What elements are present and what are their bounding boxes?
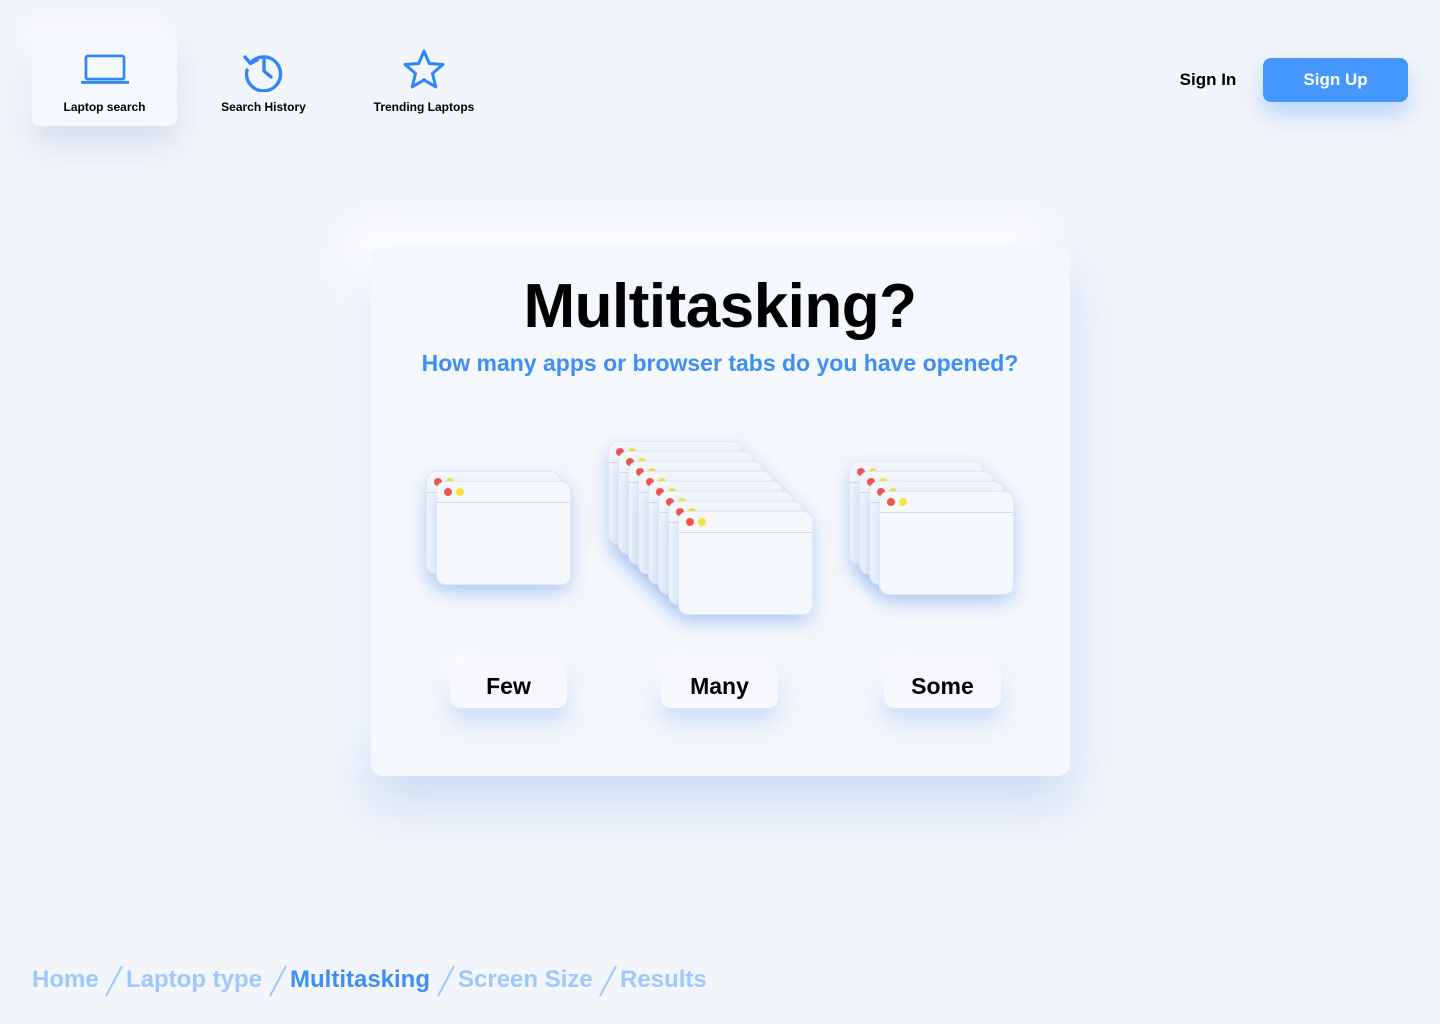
browser-window xyxy=(436,481,571,585)
question-subtitle: How many apps or browser tabs do you hav… xyxy=(421,350,1019,376)
breadcrumb-separator xyxy=(437,965,455,997)
page-title: Multitasking? xyxy=(523,272,917,341)
nav-item-search-history[interactable]: Search History xyxy=(200,33,327,126)
breadcrumb-home[interactable]: Home xyxy=(32,962,99,998)
breadcrumb-laptop-type[interactable]: Laptop type xyxy=(126,962,262,998)
breadcrumb-separator xyxy=(105,965,123,997)
laptop-icon xyxy=(80,46,129,94)
page: Laptop search Search History Trending La… xyxy=(0,0,1440,1024)
window-title-bar xyxy=(437,502,570,503)
window-minimize-dot xyxy=(698,518,706,526)
breadcrumb-multitasking[interactable]: Multitasking xyxy=(290,962,430,998)
star-icon xyxy=(400,46,448,94)
nav-item-trending-laptops[interactable]: Trending Laptops xyxy=(360,33,488,126)
browser-window xyxy=(879,491,1014,595)
window-close-dot xyxy=(887,498,895,506)
sign-up-button[interactable]: Sign Up xyxy=(1263,58,1408,102)
window-title-bar xyxy=(880,512,1013,513)
breadcrumb-separator xyxy=(599,965,617,997)
window-close-dot xyxy=(444,488,452,496)
window-minimize-dot xyxy=(456,488,464,496)
browser-window xyxy=(678,511,813,615)
breadcrumb-screen-size[interactable]: Screen Size xyxy=(458,962,593,998)
nav-item-label: Laptop search xyxy=(63,100,146,114)
option-some-button[interactable]: Some xyxy=(884,664,1001,708)
breadcrumb-separator xyxy=(269,965,287,997)
breadcrumb-results[interactable]: Results xyxy=(620,962,707,998)
nav-item-label: Trending Laptops xyxy=(373,100,475,114)
sign-in-link[interactable]: Sign In xyxy=(1168,68,1248,92)
option-many-button[interactable]: Many xyxy=(661,664,778,708)
nav-item-label: Search History xyxy=(221,100,306,114)
window-minimize-dot xyxy=(899,498,907,506)
window-title-bar xyxy=(679,532,812,533)
history-icon xyxy=(240,46,288,94)
window-close-dot xyxy=(686,518,694,526)
nav-item-laptop-search[interactable]: Laptop search xyxy=(32,33,177,126)
option-few-button[interactable]: Few xyxy=(450,664,567,708)
